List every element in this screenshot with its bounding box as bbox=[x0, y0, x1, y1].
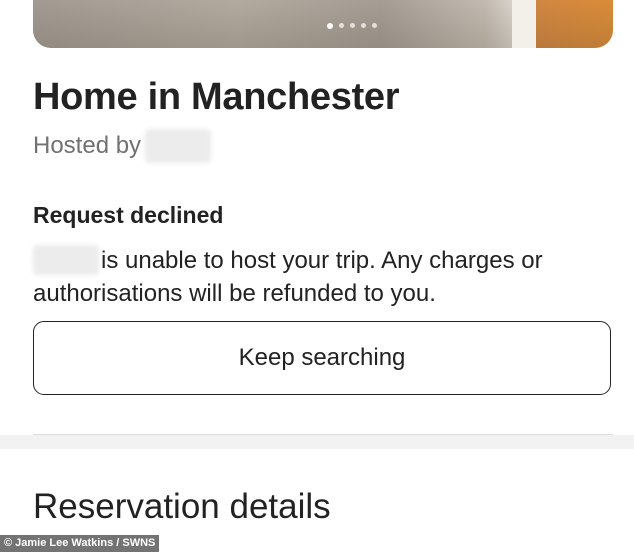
keep-searching-button[interactable]: Keep searching bbox=[33, 321, 611, 395]
page: Home in Manchester Hosted by Request dec… bbox=[0, 0, 634, 552]
hosted-by-label: Hosted by bbox=[33, 132, 142, 159]
carousel-dot-5[interactable] bbox=[372, 23, 377, 28]
photo-wall-detail bbox=[512, 0, 536, 48]
carousel-pagination-dots[interactable] bbox=[327, 22, 377, 29]
carousel-dot-4[interactable] bbox=[361, 23, 366, 28]
host-name-redacted bbox=[145, 129, 212, 163]
section-separator-band bbox=[0, 435, 634, 449]
reservation-details-heading: Reservation details bbox=[33, 487, 331, 526]
host-line: Hosted by bbox=[33, 129, 212, 163]
carousel-dot-1[interactable] bbox=[327, 22, 333, 29]
listing-title: Home in Manchester bbox=[33, 76, 400, 118]
carousel-dot-2[interactable] bbox=[339, 23, 344, 28]
host-name-redacted-inline bbox=[33, 245, 99, 275]
request-status-heading: Request declined bbox=[33, 202, 224, 228]
decline-message: is unable to host your trip. Any charges… bbox=[33, 244, 613, 310]
photo-credit-watermark: © Jamie Lee Watkins / SWNS bbox=[0, 535, 160, 552]
decline-message-text: is unable to host your trip. Any charges… bbox=[33, 247, 543, 307]
carousel-dot-3[interactable] bbox=[350, 23, 355, 28]
listing-photo-carousel[interactable] bbox=[33, 0, 613, 48]
